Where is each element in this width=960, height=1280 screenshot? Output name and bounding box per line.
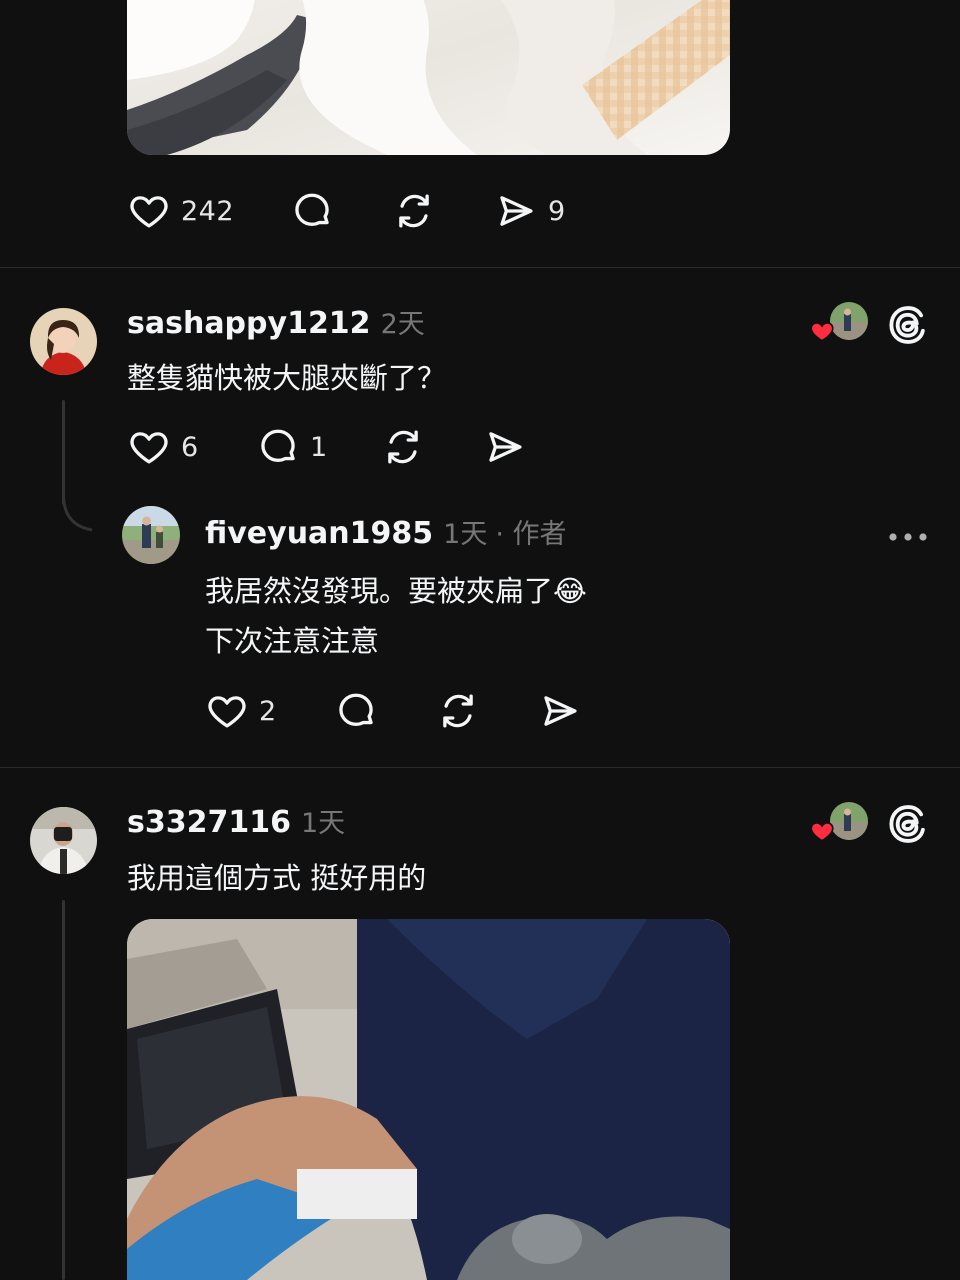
repost-icon [443,694,473,728]
share-button[interactable] [483,426,527,468]
repost-button[interactable] [436,690,480,732]
avatar[interactable] [30,308,97,375]
thread-curve [62,495,93,532]
username[interactable]: fiveyuan1985 [205,516,433,551]
comment-header: s3327116 1天 [127,801,345,840]
repost-icon [388,430,418,464]
comment-button[interactable] [290,190,334,232]
comment-text: 整隻貓快被大腿夾斷了？ [127,361,447,395]
send-icon [500,196,533,226]
divider [0,767,960,768]
comment-text: 我用這個方式 挺好用的 [127,861,427,895]
author-tag: · 作者 [495,519,567,550]
avatar-man-image [30,807,97,874]
threads-logo-icon[interactable] [887,803,929,845]
video-thumbnail [127,919,730,1280]
avatar[interactable] [122,506,180,564]
ellipsis-icon [889,533,927,541]
send-icon [544,696,577,726]
timestamp: 1天 [300,808,346,839]
reply-text-line2: 下次注意注意 [205,624,380,658]
comment-icon [261,429,295,462]
share-button[interactable]: 9 [494,190,566,232]
like-count: 2 [259,695,277,727]
like-count: 242 [181,195,235,227]
comment-button[interactable]: 1 [256,426,328,468]
comment-header: sashappy1212 2天 [127,302,425,341]
cat-photo [127,0,730,155]
threads-logo-icon[interactable] [887,304,929,346]
avatar[interactable] [30,807,97,874]
comment-icon [339,693,373,726]
thread-line [62,400,65,505]
share-count: 9 [548,195,566,227]
repost-icon [399,194,429,228]
reply-count: 1 [310,431,328,463]
post-image-cat[interactable] [127,0,730,155]
heart-filled-icon [810,822,834,842]
timestamp: 1天 [443,519,488,550]
like-button[interactable]: 242 [127,190,234,232]
comment-icon [295,193,329,226]
repost-button[interactable] [381,426,425,468]
author-liked-indicator [808,302,868,348]
like-button[interactable]: 2 [205,690,277,732]
avatar-outdoor-image [122,506,180,564]
send-icon [489,432,522,462]
reply-text-line1: 我居然沒發現。要被夾扁了😂 [205,574,587,608]
thread-line [62,900,65,1280]
username[interactable]: s3327116 [127,805,291,840]
more-options-button[interactable] [888,528,928,541]
repost-button[interactable] [392,190,436,232]
share-button[interactable] [538,690,582,732]
comment-button[interactable] [334,690,378,732]
reply-header: fiveyuan1985 1天 · 作者 [205,512,567,551]
comment-video[interactable] [127,919,730,1280]
heart-filled-icon [810,322,834,342]
like-button[interactable]: 6 [127,426,199,468]
username[interactable]: sashappy1212 [127,306,371,341]
like-count: 6 [181,431,199,463]
heart-icon [130,432,168,464]
divider [0,267,960,268]
avatar-girl-image [30,308,97,375]
heart-icon [208,696,246,728]
author-liked-indicator [808,802,868,848]
heart-icon [130,196,168,228]
timestamp: 2天 [380,309,425,340]
